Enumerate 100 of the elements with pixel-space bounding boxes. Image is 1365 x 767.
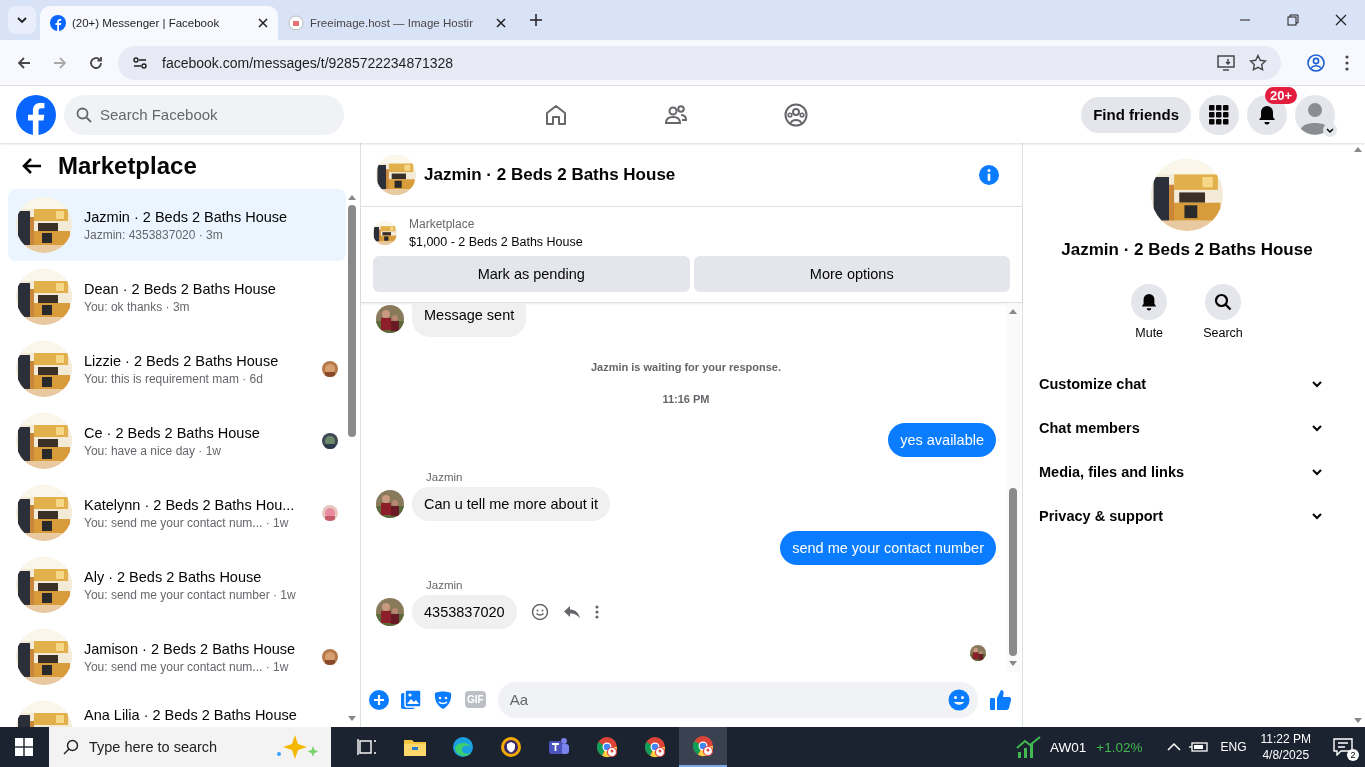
conversation-item[interactable]: Katelynn · 2 Beds 2 Baths Hou... You: send me your contact num... · 1w xyxy=(8,477,346,549)
site-icon xyxy=(288,15,304,31)
new-tab-icon[interactable] xyxy=(530,14,542,26)
url-text: facebook.com/messages/t/9285722234871328 xyxy=(162,54,454,71)
menu-button[interactable] xyxy=(1199,94,1239,135)
address-bar[interactable]: facebook.com/messages/t/9285722234871328 xyxy=(118,45,1281,80)
chrome-icon xyxy=(596,736,618,758)
message-bubble: Can u tell me more about it xyxy=(412,487,611,521)
clock-date[interactable]: 4/8/2025 xyxy=(1262,747,1310,763)
conversation-item[interactable]: Aly · 2 Beds 2 Baths House You: send me your contact number · 1w xyxy=(8,549,346,621)
back-arrow-icon[interactable] xyxy=(22,157,42,175)
bookmark-star-icon[interactable] xyxy=(1249,53,1267,72)
emoji-react-icon[interactable] xyxy=(530,603,549,621)
conversation-item[interactable]: Jamison · 2 Beds 2 Baths House You: send me your contact num... · 1w xyxy=(8,621,346,693)
search-button[interactable] xyxy=(1205,284,1241,320)
section-title: Chat members xyxy=(1039,420,1140,436)
user-silhouette-icon xyxy=(1295,94,1335,135)
section-title: Customize chat xyxy=(1039,376,1147,392)
reload-icon[interactable] xyxy=(88,54,104,71)
photo-icon[interactable] xyxy=(401,689,421,710)
scroll-down-icon[interactable] xyxy=(1353,717,1363,725)
section-header[interactable]: Customize chat xyxy=(1039,362,1323,406)
more-icon[interactable] xyxy=(594,605,599,619)
conversation-preview: You: send me your contact num... · 1w xyxy=(84,659,290,674)
tab-search-button[interactable] xyxy=(8,6,36,34)
stock-symbol[interactable]: AW01 xyxy=(1050,739,1087,755)
conversation-item[interactable]: Jazmin · 2 Beds 2 Baths House Jazmin: 4353837020 · 3m xyxy=(8,189,346,261)
sticker-icon[interactable] xyxy=(433,689,453,710)
message-bubble: send me your contact number xyxy=(780,531,996,565)
emoji-icon[interactable] xyxy=(948,688,970,711)
plus-icon[interactable] xyxy=(369,689,389,710)
bell-icon xyxy=(1140,293,1159,311)
conversation-name: Katelynn · 2 Beds 2 Baths Hou... xyxy=(84,496,296,513)
info-icon[interactable] xyxy=(978,163,1000,186)
listing-title: $1,000 - 2 Beds 2 Baths House xyxy=(409,235,583,249)
menu-icon[interactable] xyxy=(1345,54,1349,71)
taskbar-search-field[interactable]: Type here to search xyxy=(49,727,331,767)
scroll-up-icon[interactable] xyxy=(347,193,357,201)
action-label: Search xyxy=(1203,326,1243,340)
conversation-name: Jamison · 2 Beds 2 Baths House xyxy=(84,640,297,657)
conversation-item[interactable]: Lizzie · 2 Beds 2 Baths House You: this is requirement mam · 6d xyxy=(8,333,346,405)
scroll-up-icon[interactable] xyxy=(1008,307,1018,315)
close-icon[interactable] xyxy=(1335,14,1347,26)
language-indicator[interactable]: ENG xyxy=(1220,740,1247,754)
conversation-preview: You: have a nice day · 1w xyxy=(84,443,222,458)
conversation-name: Lizzie · 2 Beds 2 Baths House xyxy=(84,352,280,369)
close-icon[interactable] xyxy=(496,18,506,28)
account-avatar[interactable] xyxy=(1295,94,1335,135)
message-bubble: 4353837020 xyxy=(412,595,517,629)
conversation-preview: You: ok thanks · 3m xyxy=(84,299,191,314)
battery-icon[interactable] xyxy=(1188,741,1209,753)
install-app-icon[interactable] xyxy=(1217,53,1235,72)
mute-button[interactable] xyxy=(1131,284,1168,320)
search-field[interactable]: Search Facebook xyxy=(64,94,344,135)
friends-icon[interactable] xyxy=(664,102,688,127)
listing-button[interactable]: Mark as pending xyxy=(373,256,690,292)
conversation-preview: You: this is requirement mam · 6d xyxy=(84,371,264,386)
chevron-down-icon xyxy=(16,14,28,26)
search-icon xyxy=(76,106,92,123)
thumbs-up-icon[interactable] xyxy=(990,688,1012,711)
chrome-icon xyxy=(692,735,714,757)
scrollbar[interactable] xyxy=(1006,303,1020,672)
notification-center-button[interactable]: 2 xyxy=(1321,727,1365,767)
reply-icon[interactable] xyxy=(562,603,581,621)
back-icon[interactable] xyxy=(16,54,32,71)
profile-icon[interactable] xyxy=(1307,53,1325,72)
section-header[interactable]: Privacy & support xyxy=(1039,494,1323,538)
conversation-item[interactable]: Ce · 2 Beds 2 Baths House You: have a nice day · 1w xyxy=(8,405,346,477)
conversation-name: Ana Lilia · 2 Beds 2 Baths House xyxy=(84,707,298,723)
groups-icon[interactable] xyxy=(784,102,808,127)
home-icon[interactable] xyxy=(544,102,568,127)
notification-count: 2 xyxy=(1347,749,1359,761)
status-notice: Jazmin is waiting for your response. xyxy=(590,361,782,373)
message-field[interactable]: Aa xyxy=(497,681,978,718)
site-settings-icon[interactable] xyxy=(132,54,148,71)
section-header[interactable]: Media, files and links xyxy=(1039,450,1323,494)
restore-icon[interactable] xyxy=(1287,14,1299,26)
windows-start-icon[interactable] xyxy=(15,738,33,756)
sender-name: Jazmin xyxy=(426,579,464,591)
stock-change: +1.02% xyxy=(1096,739,1143,755)
browser-tab[interactable]: (20+) Messenger | Facebook xyxy=(40,6,278,40)
chat-title: Jazmin · 2 Beds 2 Baths House xyxy=(424,164,676,185)
edge-icon xyxy=(452,736,474,758)
browser-tab[interactable]: Freeimage.host — Image Hostir xyxy=(278,6,516,40)
chevron-up-icon[interactable] xyxy=(1166,742,1181,752)
clock-time[interactable]: 11:22 PM xyxy=(1260,731,1311,747)
section-header[interactable]: Chat members xyxy=(1039,406,1323,450)
caret-icon xyxy=(1323,122,1337,137)
facebook-logo-icon[interactable] xyxy=(16,94,56,135)
taskbar-app[interactable] xyxy=(679,727,727,767)
scroll-up-icon[interactable] xyxy=(1353,145,1363,153)
contact-name: Jazmin · 2 Beds 2 Baths House xyxy=(1061,240,1313,260)
conversation-item[interactable]: Dean · 2 Beds 2 Baths House You: ok thanks · 3m xyxy=(8,261,346,333)
find-friends-button[interactable]: Find friends xyxy=(1081,96,1191,133)
close-icon[interactable] xyxy=(258,18,268,28)
scroll-down-icon[interactable] xyxy=(1008,660,1018,668)
scroll-down-icon[interactable] xyxy=(347,715,357,723)
listing-button[interactable]: More options xyxy=(693,256,1010,292)
timestamp: 11:16 PM xyxy=(662,393,710,405)
search-icon xyxy=(63,739,79,755)
